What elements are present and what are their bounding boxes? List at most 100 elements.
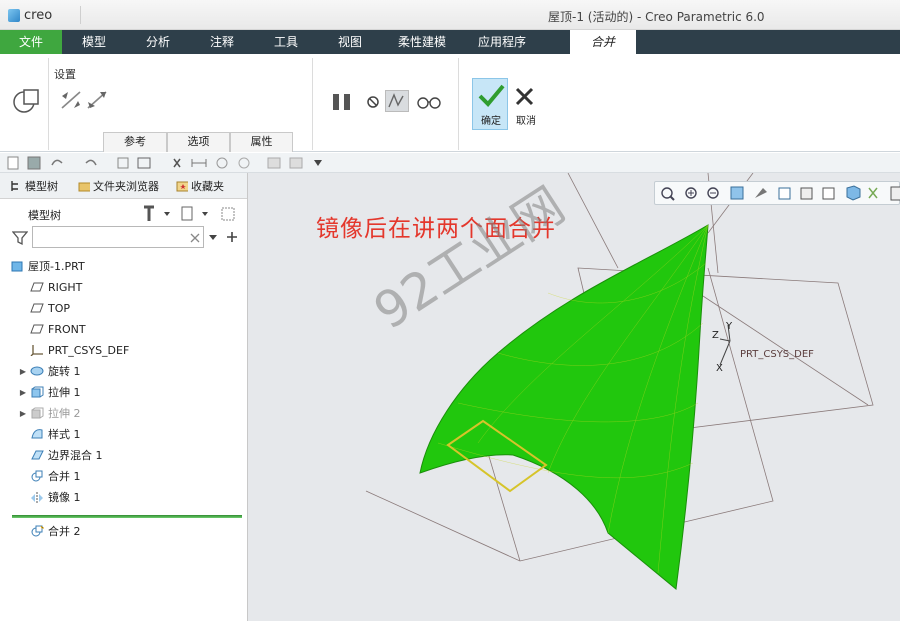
tree-item-label: 拉伸 2 <box>48 407 81 420</box>
close-window-icon <box>173 158 181 168</box>
ribbon-tab-bar: 文件 模型 分析 注释 工具 视图 柔性建模 应用程序 合并 <box>0 30 900 54</box>
tab-folder-browser-label: 文件夹浏览器 <box>93 180 159 193</box>
subtab-properties[interactable]: 属性 <box>230 132 293 152</box>
extrude-icon <box>31 407 44 419</box>
expand-arrow-icon[interactable]: ▶ <box>16 367 30 376</box>
tab-merge[interactable]: 合并 <box>570 30 636 54</box>
tree-item-label: 边界混合 1 <box>48 449 103 462</box>
cancel-x-icon[interactable] <box>514 86 536 108</box>
insert-indicator[interactable] <box>12 515 242 518</box>
show-dropdown-icon <box>202 212 208 216</box>
tree-item-right[interactable]: RIGHT <box>0 277 247 297</box>
merge-icon <box>31 525 44 537</box>
clear-search-icon[interactable] <box>190 233 200 243</box>
subtab-options[interactable]: 选项 <box>167 132 230 152</box>
tab-file[interactable]: 文件 <box>0 30 62 54</box>
csys-icon <box>30 345 43 356</box>
view-toolbar-icons <box>661 185 900 201</box>
tree-item-boundary-blend[interactable]: 边界混合 1 <box>0 445 247 465</box>
tab-model[interactable]: 模型 <box>62 30 126 54</box>
geometry-preview-icon <box>388 93 404 108</box>
mirror-icon <box>31 492 43 503</box>
tree-item-extrude-1[interactable]: ▶ 拉伸 1 <box>0 382 247 402</box>
model-display-icon <box>289 157 303 169</box>
tree-item-merge-2[interactable]: 合并 2 <box>0 521 247 541</box>
title-bar: creo 屋顶-1 (活动的) - Creo Parametric 6.0 <box>0 0 900 30</box>
title-separator <box>80 6 81 24</box>
tree-item-extrude-2[interactable]: ▶ 拉伸 2 <box>0 403 247 423</box>
tree-item-label: 镜像 1 <box>48 491 81 504</box>
tab-flexible-modeling[interactable]: 柔性建模 <box>382 30 462 54</box>
revolve-icon <box>30 366 44 376</box>
creo-logo-text: creo <box>24 7 53 23</box>
tab-applications[interactable]: 应用程序 <box>462 30 542 54</box>
pause-icon[interactable] <box>331 92 353 112</box>
tab-view[interactable]: 视图 <box>318 30 382 54</box>
filter-funnel-icon[interactable] <box>12 230 28 246</box>
tree-filter-icon <box>221 207 235 221</box>
tree-item-front[interactable]: FRONT <box>0 319 247 339</box>
settings-dropdown-icon <box>164 212 170 216</box>
flip-side2-icon[interactable] <box>86 90 108 110</box>
redo-icon <box>85 159 97 166</box>
style-icon <box>31 429 43 439</box>
save-icon <box>27 156 41 170</box>
new-icon <box>7 156 19 170</box>
merge-type-icon[interactable] <box>10 84 42 116</box>
tab-model-tree[interactable]: 模型树 <box>10 178 58 194</box>
tree-item-merge-1[interactable]: 合并 1 <box>0 466 247 486</box>
tree-item-label: 样式 1 <box>48 428 81 441</box>
tab-favorites[interactable]: 收藏夹 <box>176 178 224 194</box>
render-icon <box>267 157 281 169</box>
measure-icon <box>191 159 207 167</box>
part-icon <box>11 261 23 272</box>
model-tree-panel: 模型树 文件夹浏览器 收藏夹 模型树 屋顶-1.PRT RIGHT TOP FR… <box>0 173 248 621</box>
regenerate-icon <box>117 157 129 169</box>
customize-dropdown-icon <box>314 160 322 166</box>
datum-plane-icon <box>30 282 44 292</box>
favorites-icon <box>176 181 188 192</box>
tree-item-style[interactable]: 样式 1 <box>0 424 247 444</box>
folder-icon <box>78 182 90 192</box>
show-columns-icon <box>181 206 193 221</box>
axis-label-x: X <box>716 363 723 374</box>
tree-item-revolve[interactable]: ▶ 旋转 1 <box>0 361 247 381</box>
ribbon-separator <box>312 58 313 150</box>
datum-plane-icon <box>30 303 44 313</box>
ribbon-separator <box>458 58 459 150</box>
view-toolbar <box>654 181 900 205</box>
expand-arrow-icon[interactable]: ▶ <box>16 409 30 418</box>
tree-item-csys[interactable]: PRT_CSYS_DEF <box>0 340 247 360</box>
merge-icon <box>31 470 43 482</box>
quick-access-icons <box>7 156 322 170</box>
tree-header-tools <box>144 205 235 221</box>
tab-folder-browser[interactable]: 文件夹浏览器 <box>78 178 159 194</box>
tree-item-label: 屋顶-1.PRT <box>28 260 85 273</box>
axis-label-y: Y <box>726 321 733 332</box>
add-filter-icon[interactable] <box>226 231 238 243</box>
tab-model-tree-label: 模型树 <box>25 180 58 193</box>
subtab-references[interactable]: 参考 <box>103 132 167 152</box>
quick-access-toolbar <box>0 153 900 173</box>
tree-settings-icon <box>144 205 154 221</box>
extrude-icon <box>31 386 44 398</box>
cancel-label[interactable]: 取消 <box>512 112 540 127</box>
tree-item-top[interactable]: TOP <box>0 298 247 318</box>
boundary-blend-icon <box>31 450 44 460</box>
no-preview-icon[interactable] <box>365 94 381 110</box>
attached-preview-button[interactable] <box>385 90 409 112</box>
tab-analysis[interactable]: 分析 <box>126 30 190 54</box>
expand-arrow-icon[interactable]: ▶ <box>16 388 30 397</box>
graphics-viewport[interactable]: Y Z X PRT_CSYS_DEF 镜像后在讲两个面合并 92工业网 <box>248 173 900 621</box>
tab-annotate[interactable]: 注释 <box>190 30 254 54</box>
tree-item-label: FRONT <box>48 322 86 336</box>
search-dropdown-icon[interactable] <box>208 234 218 242</box>
flip-side1-icon[interactable] <box>60 90 82 110</box>
model-tree-header: 模型树 <box>28 209 61 222</box>
verify-glasses-icon[interactable] <box>416 94 442 110</box>
tree-item-mirror[interactable]: 镜像 1 <box>0 487 247 507</box>
tree-item-label: PRT_CSYS_DEF <box>48 343 130 357</box>
tab-tools[interactable]: 工具 <box>254 30 318 54</box>
tree-search-input[interactable] <box>32 226 204 248</box>
tree-item-part[interactable]: 屋顶-1.PRT <box>0 256 247 276</box>
